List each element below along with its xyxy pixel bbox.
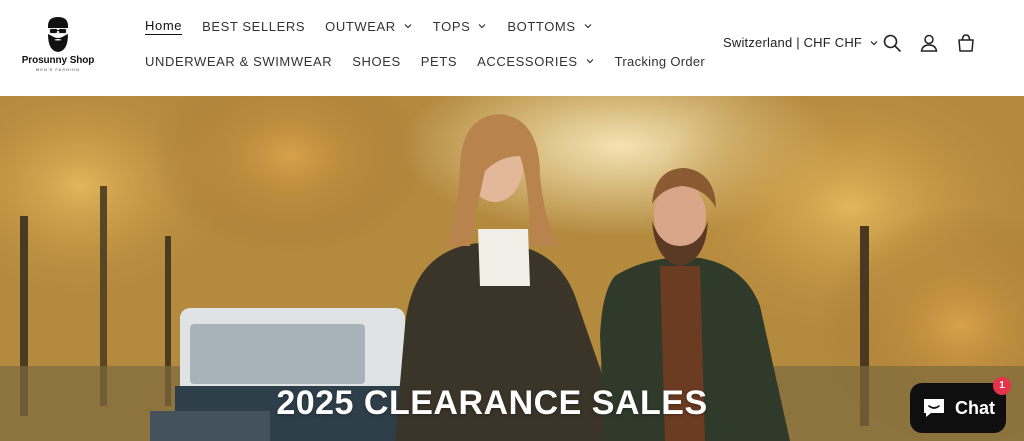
nav-item-shoes[interactable]: SHOES bbox=[352, 52, 401, 70]
chat-unread-badge: 1 bbox=[993, 377, 1011, 395]
country-currency-label: Switzerland | CHF CHF bbox=[723, 35, 863, 50]
bearded-man-sunglasses-icon bbox=[48, 17, 68, 52]
nav-item-label: UNDERWEAR & SWIMWEAR bbox=[145, 53, 333, 69]
account-icon bbox=[920, 34, 938, 52]
nav-item-label: PETS bbox=[420, 53, 458, 69]
nav-item-underwear-swimwear[interactable]: UNDERWEAR & SWIMWEAR bbox=[145, 52, 332, 70]
nav-item-bottoms[interactable]: BOTTOMS bbox=[507, 17, 592, 35]
nav-item-label: BOTTOMS bbox=[507, 18, 576, 34]
hero-title: 2025 CLEARANCE SALES bbox=[276, 384, 708, 422]
account-button[interactable] bbox=[918, 32, 940, 54]
chat-button[interactable]: Chat bbox=[910, 383, 1006, 433]
nav-item-tracking-order[interactable]: Tracking Order bbox=[615, 52, 705, 70]
nav-item-label: Home bbox=[145, 17, 183, 35]
chevron-down-icon bbox=[584, 24, 592, 29]
nav-item-home[interactable]: Home bbox=[145, 17, 183, 35]
cart-button[interactable] bbox=[955, 32, 977, 54]
nav-item-label: Tracking Order bbox=[614, 53, 706, 69]
main-nav-row-2: UNDERWEAR & SWIMWEAR SHOES PETS ACCESSOR… bbox=[145, 52, 725, 70]
site-header: Prosunny Shop MEN'S FASHION Home BEST SE… bbox=[0, 0, 1024, 96]
country-currency-selector[interactable]: Switzerland | CHF CHF bbox=[723, 35, 879, 50]
chat-button-label: Chat bbox=[955, 397, 995, 418]
brand-tagline: MEN'S FASHION bbox=[36, 67, 80, 72]
nav-item-label: BEST SELLERS bbox=[202, 18, 306, 34]
chevron-down-icon bbox=[586, 59, 594, 64]
nav-item-accessories[interactable]: ACCESSORIES bbox=[477, 52, 595, 70]
chat-bubble-icon bbox=[924, 399, 944, 417]
brand-logo[interactable]: Prosunny Shop MEN'S FASHION bbox=[18, 14, 98, 74]
nav-item-label: OUTWEAR bbox=[325, 18, 396, 34]
search-button[interactable] bbox=[881, 32, 903, 54]
search-icon bbox=[883, 34, 901, 52]
chevron-down-icon bbox=[404, 24, 412, 29]
nav-item-label: ACCESSORIES bbox=[477, 53, 578, 69]
chevron-down-icon bbox=[870, 40, 878, 45]
brand-name: Prosunny Shop bbox=[21, 55, 95, 66]
nav-item-pets[interactable]: PETS bbox=[421, 52, 457, 70]
chevron-down-icon bbox=[478, 24, 486, 29]
cart-icon bbox=[958, 34, 974, 52]
nav-item-label: SHOES bbox=[352, 53, 401, 69]
nav-item-outwear[interactable]: OUTWEAR bbox=[325, 17, 413, 35]
nav-item-label: TOPS bbox=[432, 18, 471, 34]
nav-item-best-sellers[interactable]: BEST SELLERS bbox=[202, 17, 305, 35]
main-nav-row-1: Home BEST SELLERS OUTWEAR TOPS BOTTOMS bbox=[145, 17, 613, 35]
hero-banner[interactable]: 2025 CLEARANCE SALES bbox=[0, 96, 1024, 441]
nav-item-tops[interactable]: TOPS bbox=[433, 17, 488, 35]
